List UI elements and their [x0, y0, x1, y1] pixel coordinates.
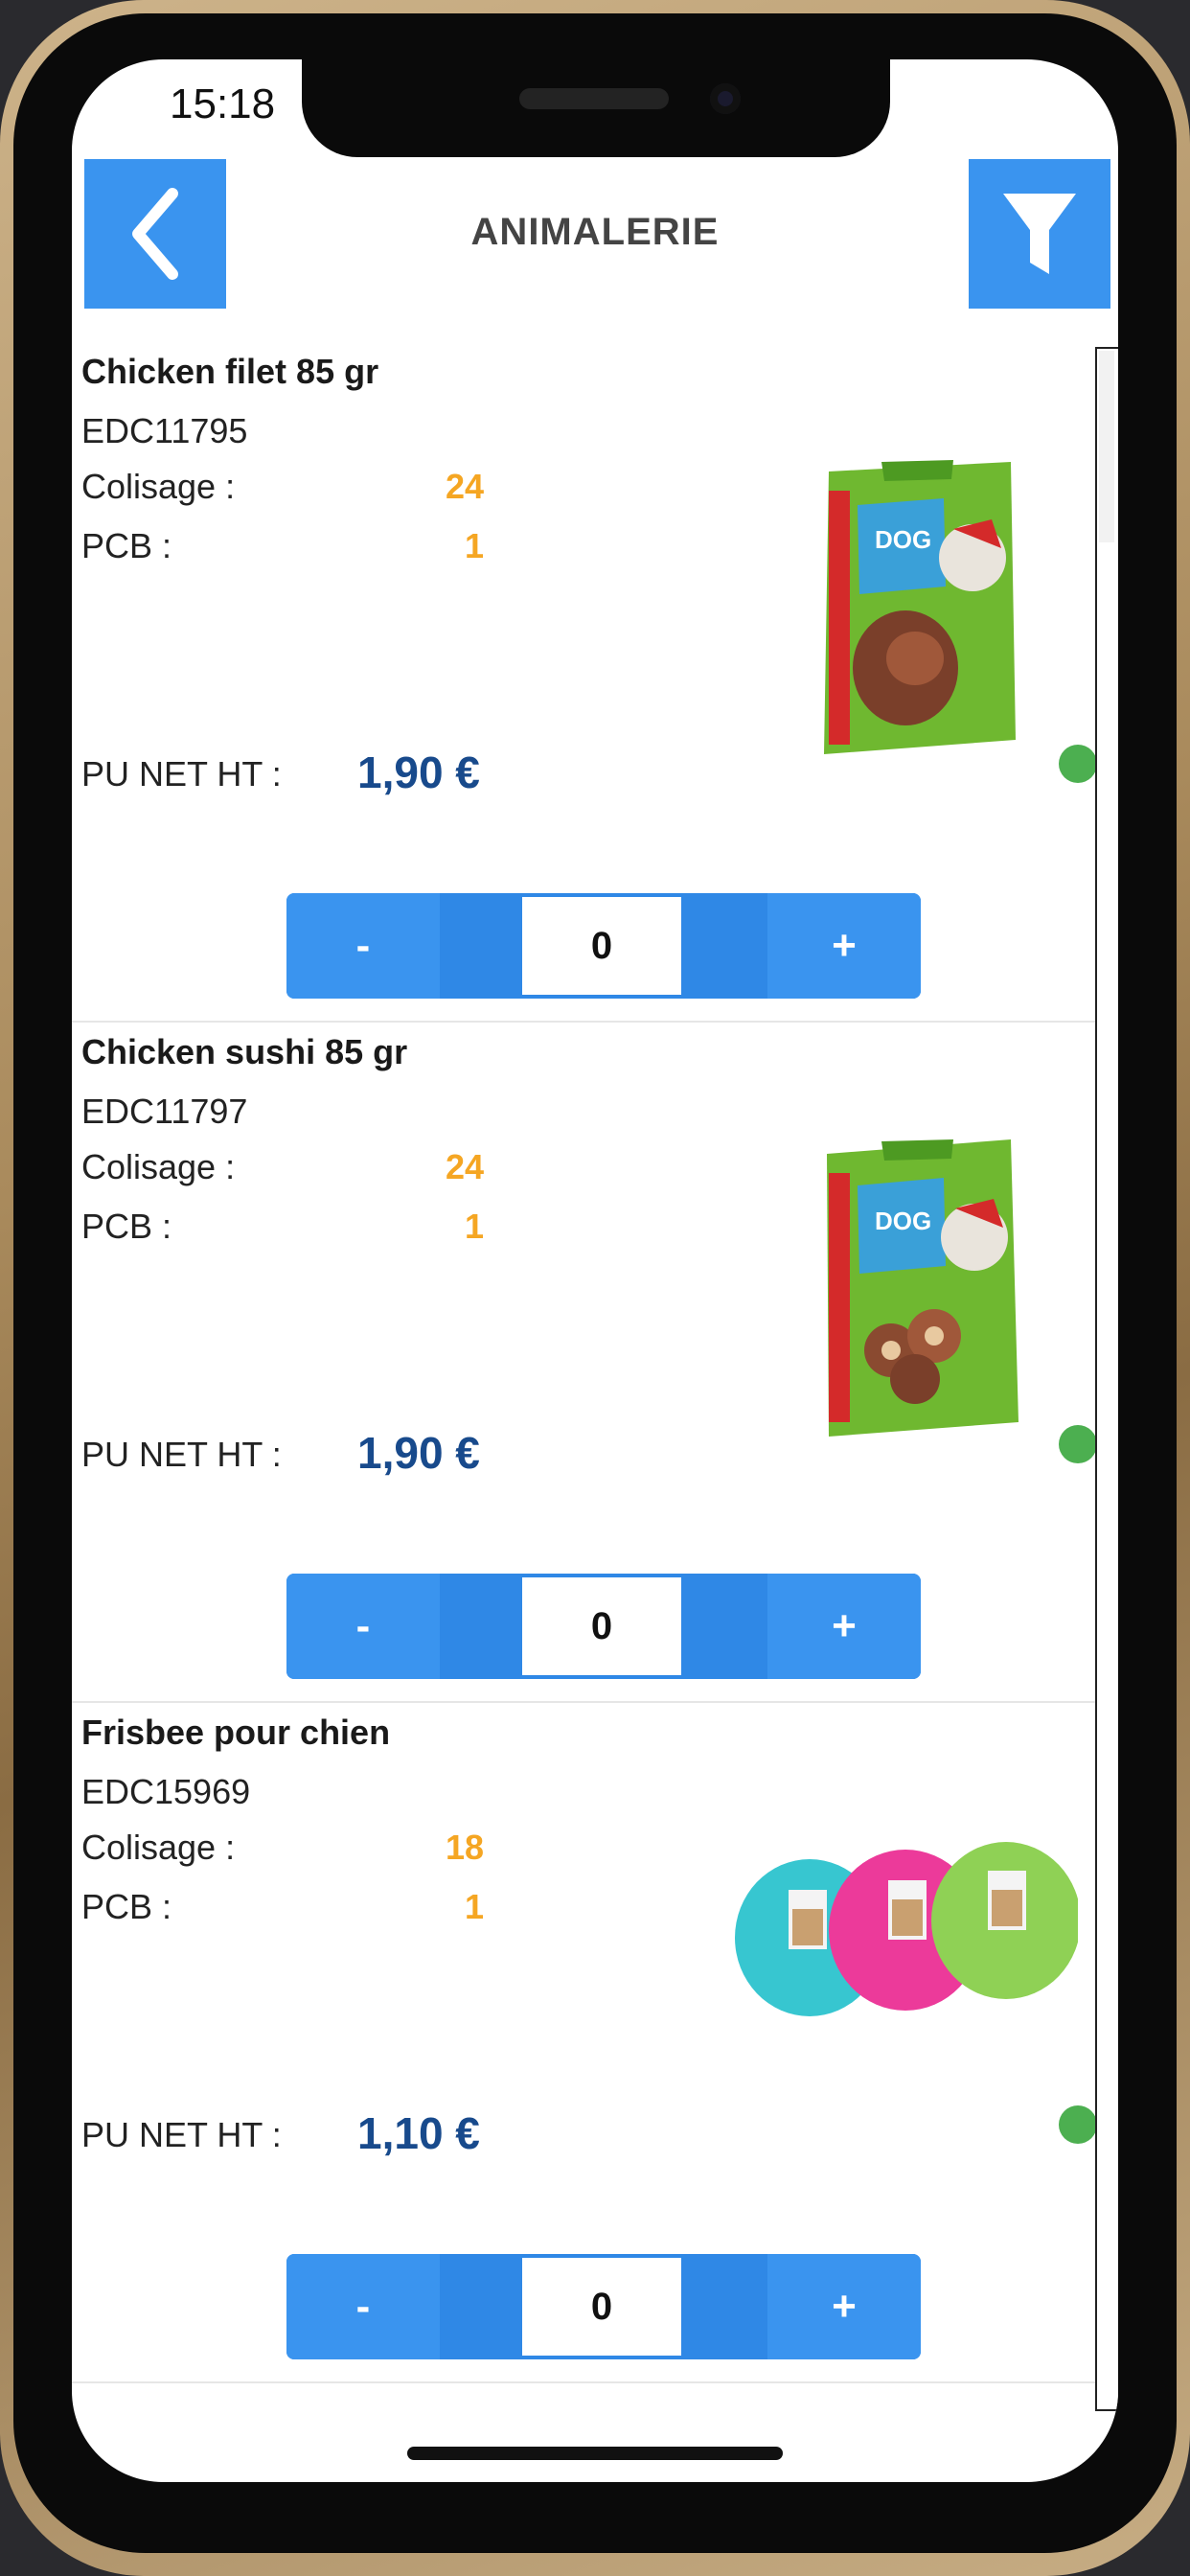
- increment-button[interactable]: +: [767, 893, 921, 999]
- increment-button[interactable]: +: [767, 1574, 921, 1679]
- pcb-value: 1: [464, 1887, 484, 1926]
- pcb-value: 1: [464, 1207, 484, 1246]
- status-time: 15:18: [170, 80, 276, 127]
- quantity-input[interactable]: 0: [522, 897, 681, 995]
- funnel-icon: [1003, 194, 1076, 274]
- pcb-value: 1: [464, 526, 484, 565]
- home-indicator[interactable]: [407, 2447, 783, 2460]
- availability-dot: [1059, 2105, 1097, 2144]
- pcb-label: PCB :: [81, 1207, 172, 1246]
- colisage-label: Colisage :: [81, 1828, 236, 1867]
- quantity-stepper: - 0 +: [286, 2254, 921, 2359]
- quantity-stepper: - 0 +: [286, 1574, 921, 1679]
- colisage-value: 24: [445, 1147, 484, 1186]
- colisage-value: 18: [445, 1828, 484, 1867]
- product-ref: EDC11797: [81, 1092, 248, 1131]
- colisage-label: Colisage :: [81, 467, 236, 506]
- product-name: Frisbee pour chien: [81, 1713, 391, 1752]
- quantity-input[interactable]: 0: [522, 2258, 681, 2356]
- camera: [710, 83, 741, 114]
- product-ref: EDC11795: [81, 411, 248, 450]
- pcb-label: PCB :: [81, 526, 172, 565]
- dog-treat-bag-icon: DOG: [824, 460, 1016, 754]
- quantity-stepper: - 0 +: [286, 893, 921, 999]
- product-item: Frisbee pour chien EDC15969 Colisage : 1…: [72, 1703, 1097, 2383]
- increment-button[interactable]: +: [767, 2254, 921, 2359]
- price-value: 1,10 €: [357, 2108, 480, 2158]
- svg-text:DOG: DOG: [875, 525, 931, 554]
- pcb-label: PCB :: [81, 1887, 172, 1926]
- scroll-thumb[interactable]: [1099, 351, 1114, 542]
- page-title: ANIMALERIE: [470, 211, 720, 253]
- price-value: 1,90 €: [357, 748, 480, 797]
- scrollbar[interactable]: [1095, 347, 1118, 2411]
- availability-dot: [1059, 745, 1097, 783]
- product-image[interactable]: DOG: [800, 452, 1030, 773]
- product-list: Chicken filet 85 gr EDC11795 Colisage : …: [72, 342, 1097, 2383]
- dog-treat-bag-icon: DOG: [827, 1139, 1018, 1437]
- product-item: Chicken sushi 85 gr EDC11797 Colisage : …: [72, 1023, 1097, 1703]
- product-image[interactable]: [733, 1842, 1081, 2029]
- price-label: PU NET HT :: [81, 1435, 282, 1474]
- svg-text:DOG: DOG: [875, 1207, 931, 1235]
- product-name: Chicken filet 85 gr: [81, 352, 379, 391]
- decrement-button[interactable]: -: [286, 893, 440, 999]
- decrement-button[interactable]: -: [286, 1574, 440, 1679]
- speaker: [519, 88, 669, 109]
- product-item: Chicken filet 85 gr EDC11795 Colisage : …: [72, 342, 1097, 1023]
- price-label: PU NET HT :: [81, 754, 282, 794]
- price-value: 1,90 €: [357, 1428, 480, 1478]
- availability-dot: [1059, 1425, 1097, 1463]
- decrement-button[interactable]: -: [286, 2254, 440, 2359]
- price-label: PU NET HT :: [81, 2115, 282, 2154]
- frisbee-set-icon: [735, 1842, 1081, 2016]
- product-ref: EDC15969: [81, 1772, 251, 1811]
- quantity-input[interactable]: 0: [522, 1577, 681, 1675]
- product-name: Chicken sushi 85 gr: [81, 1032, 408, 1071]
- product-image[interactable]: DOG: [800, 1130, 1030, 1451]
- colisage-label: Colisage :: [81, 1147, 236, 1186]
- colisage-value: 24: [445, 467, 484, 506]
- filter-button[interactable]: [969, 159, 1110, 309]
- notch: [302, 59, 890, 157]
- screen: 15:18 ANIMALERIE Chicken filet 85 gr EDC…: [72, 59, 1118, 2482]
